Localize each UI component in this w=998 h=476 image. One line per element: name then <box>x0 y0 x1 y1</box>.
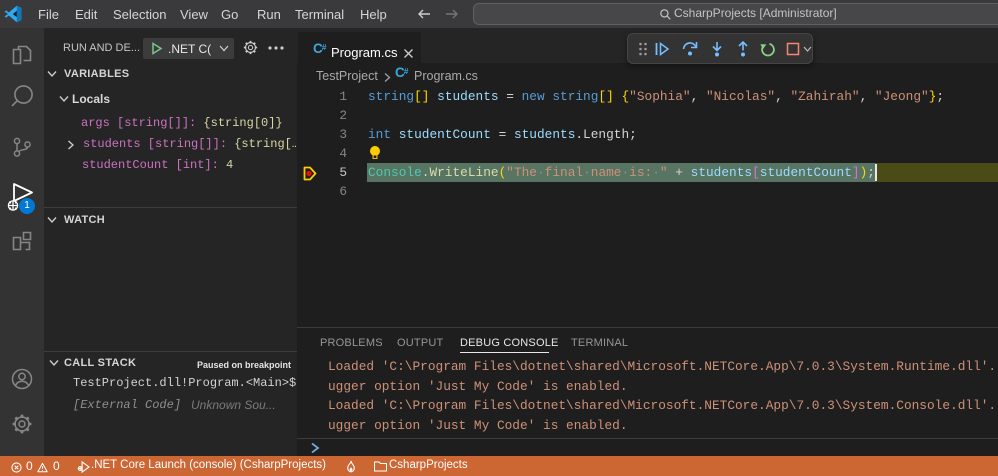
svg-text:#: # <box>404 66 409 76</box>
svg-text:#: # <box>322 42 327 52</box>
